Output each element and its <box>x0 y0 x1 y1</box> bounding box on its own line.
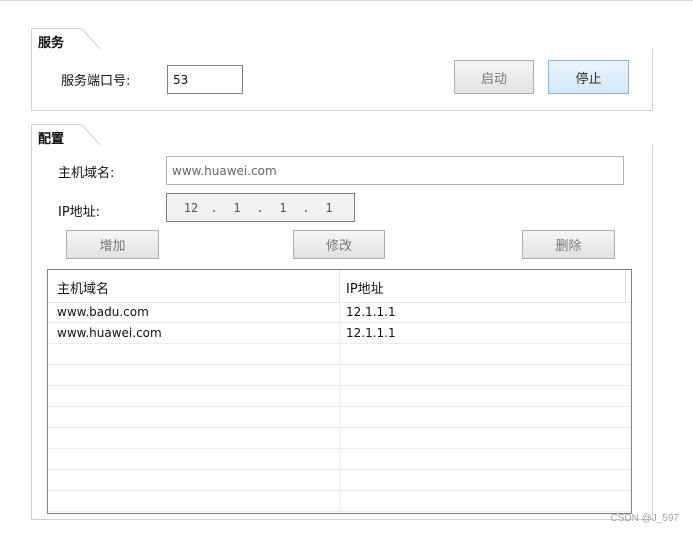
table-row[interactable]: www.huawei.com 12.1.1.1 <box>48 323 631 344</box>
delete-button[interactable]: 删除 <box>522 230 615 259</box>
host-label: 主机域名: <box>58 166 115 181</box>
ip-dot: . <box>210 200 218 215</box>
ip-octet-4[interactable]: 1 <box>315 201 343 215</box>
ip-dot: . <box>302 200 310 215</box>
edit-button[interactable]: 修改 <box>293 230 385 259</box>
top-divider <box>0 0 693 1</box>
column-separator[interactable] <box>339 270 340 302</box>
stop-button[interactable]: 停止 <box>548 60 629 94</box>
cell-ip: 12.1.1.1 <box>346 326 396 340</box>
column-separator[interactable] <box>625 270 626 302</box>
empty-table-row[interactable] <box>48 407 631 428</box>
empty-table-row[interactable] <box>48 470 631 491</box>
table-header: 主机域名 IP地址 <box>48 270 631 303</box>
ip-octet-1[interactable]: 12 <box>177 201 205 215</box>
port-input[interactable] <box>167 65 243 94</box>
empty-table-row[interactable] <box>48 428 631 449</box>
column-header-host[interactable]: 主机域名 <box>57 278 109 297</box>
empty-table-row[interactable] <box>48 449 631 470</box>
column-header-ip[interactable]: IP地址 <box>346 278 384 297</box>
empty-table-row[interactable] <box>48 344 631 365</box>
empty-table-row[interactable] <box>48 386 631 407</box>
start-button[interactable]: 启动 <box>454 60 534 94</box>
ip-octet-2[interactable]: 1 <box>223 201 251 215</box>
empty-table-row[interactable] <box>48 365 631 386</box>
watermark: CSDN @J_597 <box>610 513 679 524</box>
ip-octet-3[interactable]: 1 <box>269 201 297 215</box>
port-label: 服务端口号: <box>61 74 131 89</box>
ip-label: IP地址: <box>58 205 101 220</box>
host-ip-table[interactable]: 主机域名 IP地址 www.badu.com 12.1.1.1 www.huawei… <box>47 269 632 514</box>
cell-ip: 12.1.1.1 <box>346 305 396 319</box>
cell-host: www.badu.com <box>57 305 149 319</box>
cell-host: www.huawei.com <box>57 326 162 340</box>
ip-address-field[interactable]: 12 . 1 . 1 . 1 <box>166 193 355 222</box>
empty-table-row[interactable] <box>48 491 631 512</box>
table-row[interactable]: www.badu.com 12.1.1.1 <box>48 302 631 323</box>
host-input[interactable] <box>166 156 624 185</box>
add-button[interactable]: 增加 <box>66 230 159 259</box>
ip-dot: . <box>256 200 264 215</box>
